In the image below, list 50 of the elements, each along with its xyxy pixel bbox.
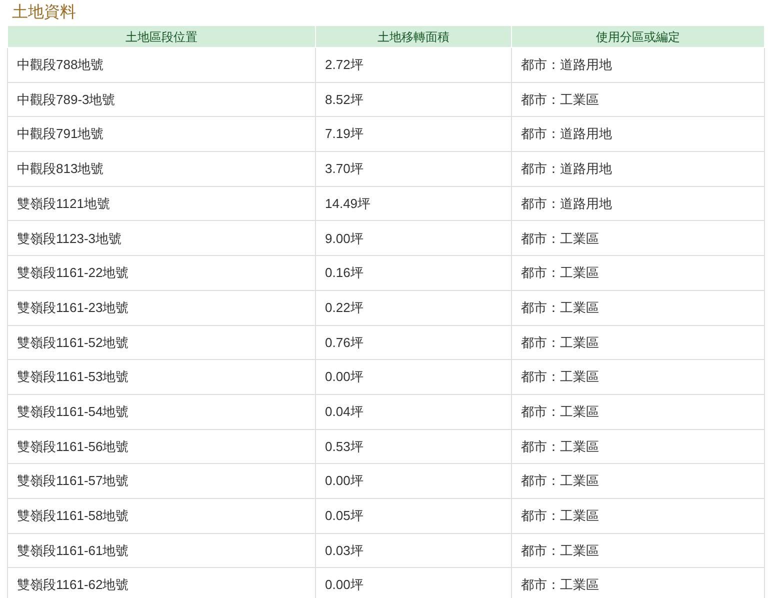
table-cell: 0.00坪 — [316, 464, 512, 498]
table-cell: 2.72坪 — [316, 48, 512, 82]
column-header: 土地移轉面積 — [316, 26, 512, 48]
table-cell: 都市：工業區 — [512, 360, 764, 394]
table-cell: 都市：道路用地 — [512, 152, 764, 186]
table-cell: 都市：工業區 — [512, 82, 764, 117]
table-cell: 雙嶺段1123-3地號 — [8, 220, 316, 256]
table-cell: 中觀段813地號 — [8, 152, 316, 186]
table-cell: 雙嶺段1161-23地號 — [8, 290, 316, 325]
table-cell: 14.49坪 — [316, 186, 512, 221]
table-cell: 雙嶺段1161-53地號 — [8, 360, 316, 394]
table-cell: 中觀段791地號 — [8, 116, 316, 152]
table-cell: 都市：道路用地 — [512, 186, 764, 221]
table-cell: 0.05坪 — [316, 498, 512, 534]
table-cell: 9.00坪 — [316, 220, 512, 256]
table-cell: 都市：道路用地 — [512, 116, 764, 152]
table-cell: 中觀段789-3地號 — [8, 82, 316, 117]
table-cell: 0.04坪 — [316, 394, 512, 430]
table-cell: 雙嶺段1161-57地號 — [8, 464, 316, 498]
table-cell: 3.70坪 — [316, 152, 512, 186]
section-title: 土地資料 — [11, 3, 76, 23]
table-cell: 都市：工業區 — [512, 464, 764, 498]
table-cell: 雙嶺段1161-56地號 — [8, 429, 316, 464]
column-header: 使用分區或編定 — [512, 26, 764, 48]
table-cell: 7.19坪 — [316, 116, 512, 152]
table-cell: 0.53坪 — [316, 429, 512, 464]
table-cell: 8.52坪 — [316, 82, 512, 117]
table-cell: 雙嶺段1161-52地號 — [8, 325, 316, 360]
table-cell: 0.03坪 — [316, 533, 512, 568]
table-cell: 都市：工業區 — [512, 290, 764, 325]
table-cell: 雙嶺段1161-54地號 — [8, 394, 316, 430]
table-cell: 都市：工業區 — [512, 429, 764, 464]
table-cell: 都市：工業區 — [512, 394, 764, 430]
table-cell: 0.76坪 — [316, 325, 512, 360]
table-cell: 0.16坪 — [316, 256, 512, 290]
table-cell: 中觀段788地號 — [8, 48, 316, 82]
table-cell: 都市：工業區 — [512, 220, 764, 256]
table-cell: 0.00坪 — [316, 360, 512, 394]
column-header: 土地區段位置 — [8, 26, 316, 48]
table-cell: 都市：工業區 — [512, 256, 764, 290]
table-cell: 都市：工業區 — [512, 533, 764, 568]
table-cell: 雙嶺段1161-22地號 — [8, 256, 316, 290]
table-cell: 都市：工業區 — [512, 498, 764, 534]
table-cell: 雙嶺段1161-61地號 — [8, 533, 316, 568]
table-cell: 雙嶺段1161-62地號 — [8, 568, 316, 598]
table-cell: 0.22坪 — [316, 290, 512, 325]
table-cell: 雙嶺段1121地號 — [8, 186, 316, 221]
table-cell: 雙嶺段1161-58地號 — [8, 498, 316, 534]
table-cell: 都市：工業區 — [512, 325, 764, 360]
table-cell: 都市：道路用地 — [512, 48, 764, 82]
